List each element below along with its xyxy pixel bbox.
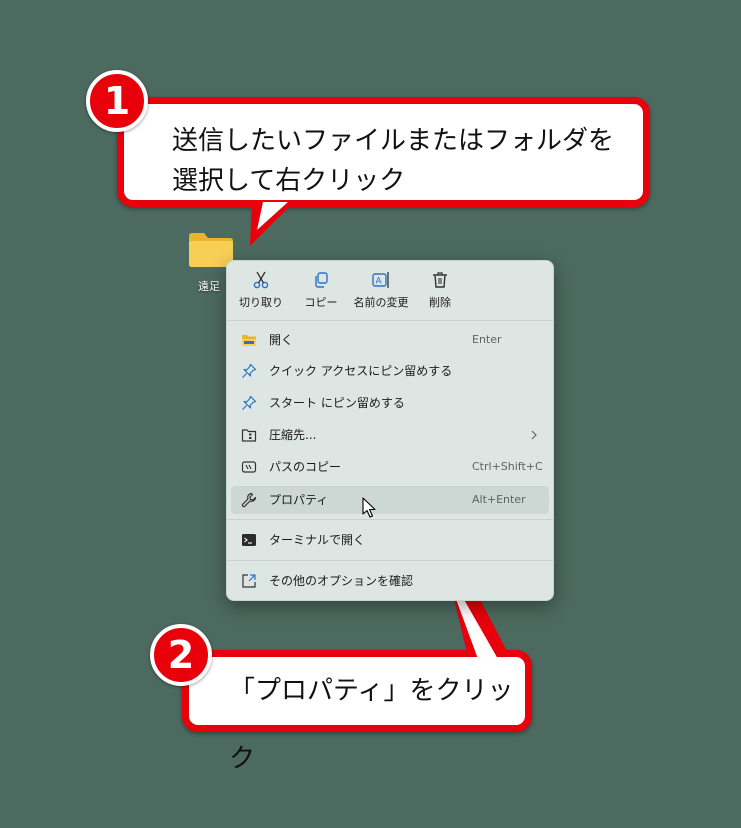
copy-button[interactable]: コピー	[297, 270, 345, 310]
menu-item-label: クイック アクセスにピン留めする	[269, 364, 453, 378]
menu-item-shortcut: Ctrl+Shift+C	[472, 460, 543, 473]
menu-item-label: スタート にピン留めする	[269, 396, 405, 410]
rename-label: 名前の変更	[353, 296, 409, 309]
menu-item-open-terminal[interactable]: ターミナルで開く	[231, 526, 549, 554]
callout-1-line-1: 送信したいファイルまたはフォルダを	[172, 126, 615, 156]
menu-divider	[227, 519, 553, 520]
menu-item-properties[interactable]: プロパティ Alt+Enter	[231, 486, 549, 514]
menu-item-pin-start[interactable]: スタート にピン留めする	[231, 389, 549, 417]
scissors-icon	[253, 271, 269, 289]
mouse-cursor-icon	[362, 497, 376, 518]
menu-item-label: ターミナルで開く	[269, 533, 366, 547]
pin-icon	[242, 363, 257, 378]
callout-1-line-2: 選択して右クリック	[172, 166, 406, 196]
svg-text:A: A	[376, 277, 383, 287]
copy-icon	[315, 272, 328, 288]
menu-item-label: パスのコピー	[269, 460, 342, 474]
menu-item-label: 開く	[269, 333, 294, 347]
wrench-icon	[241, 492, 257, 508]
menu-item-pin-quick-access[interactable]: クイック アクセスにピン留めする	[231, 357, 549, 385]
terminal-icon	[242, 534, 256, 546]
menu-item-label: プロパティ	[269, 493, 329, 507]
copy-path-icon	[241, 461, 257, 473]
menu-item-more-options[interactable]: その他のオプションを確認	[231, 567, 549, 595]
menu-item-shortcut: Alt+Enter	[472, 493, 526, 506]
menu-item-copy-path[interactable]: パスのコピー Ctrl+Shift+C	[231, 453, 549, 481]
trash-icon	[433, 272, 447, 288]
rename-button[interactable]: A 名前の変更	[347, 270, 415, 310]
folder-label[interactable]: 遠足	[198, 278, 220, 294]
rename-icon: A	[372, 272, 389, 288]
cut-label: 切り取り	[239, 296, 283, 309]
context-menu: 切り取り コピー A 名前の変更 削除 開く Enter クイック アクセスにピ…	[226, 260, 554, 601]
menu-item-label: 圧縮先...	[269, 428, 317, 442]
menu-divider	[227, 560, 553, 561]
step-badge-1: 1	[86, 70, 148, 132]
step-badge-2: 2	[150, 624, 212, 686]
callout-2-text: 「プロパティ」をクリック	[229, 676, 514, 774]
copy-label: コピー	[304, 296, 338, 309]
delete-button[interactable]: 削除	[417, 270, 463, 310]
callout-1: 送信したいファイルまたはフォルダを 選択して右クリック	[117, 97, 650, 207]
menu-item-compress[interactable]: 圧縮先...	[231, 421, 549, 449]
pin-icon	[242, 395, 257, 410]
more-options-icon	[242, 574, 256, 588]
menu-divider	[227, 320, 553, 321]
quick-action-row: 切り取り コピー A 名前の変更 削除	[227, 261, 553, 319]
delete-label: 削除	[429, 296, 451, 309]
menu-item-open[interactable]: 開く Enter	[231, 326, 549, 354]
cut-button[interactable]: 切り取り	[237, 270, 285, 310]
menu-item-label: その他のオプションを確認	[269, 574, 414, 588]
compress-icon	[241, 429, 257, 442]
menu-item-shortcut: Enter	[472, 333, 502, 346]
chevron-right-icon	[531, 430, 537, 440]
callout-1-pointer	[250, 200, 296, 246]
folder-open-icon	[242, 335, 256, 346]
